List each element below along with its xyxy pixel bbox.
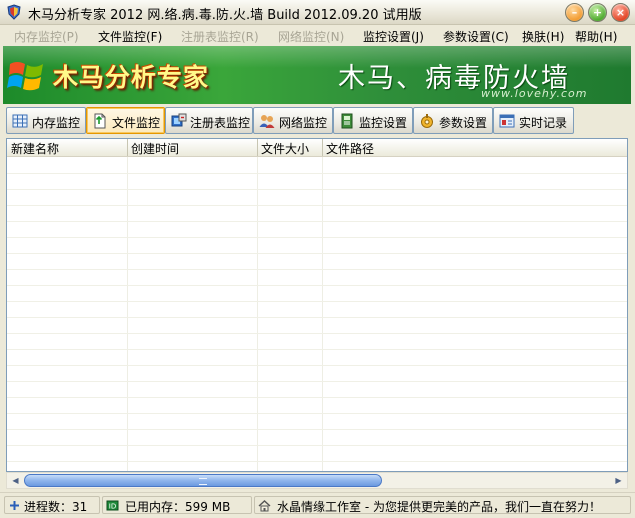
menu-registry-monitor[interactable]: 注册表监控(R) xyxy=(181,28,259,45)
brand-banner: 木马分析专家 木马、病毒防火墙 www.lovehy.com xyxy=(3,46,631,104)
memory-grid-icon xyxy=(12,114,28,128)
menu-network-monitor[interactable]: 网络监控(N) xyxy=(278,28,344,45)
grid-row-line xyxy=(7,189,627,190)
grid-row-line xyxy=(7,285,627,286)
column-header-file-size[interactable]: 文件大小 xyxy=(261,140,309,157)
column-header-created-time[interactable]: 创建时间 xyxy=(131,140,179,157)
grid-row-line xyxy=(7,301,627,302)
message-panel: 水晶情缘工作室 - 为您提供更完美的产品，我们一直在努力！ xyxy=(254,496,631,514)
scroll-left-arrow-icon[interactable]: ◀ xyxy=(8,473,23,488)
registry-icon xyxy=(171,113,187,127)
parameter-settings-icon xyxy=(421,114,433,128)
grid-row-line xyxy=(7,413,627,414)
grid-row-line xyxy=(7,445,627,446)
window-title: 木马分析专家 2012 网.络.病.毒.防.火.墙 Build 2012.09.… xyxy=(28,8,422,23)
grid-row-line xyxy=(7,381,627,382)
monitor-settings-button[interactable]: 监控设置 xyxy=(333,107,413,134)
file-monitor-label: 文件监控 xyxy=(112,116,161,130)
process-count-panel: 进程数：31 xyxy=(4,496,100,514)
grid-row-line xyxy=(7,429,627,430)
grid-row-line xyxy=(7,461,627,462)
grid-row-line xyxy=(7,349,627,350)
grid-row-line xyxy=(7,269,627,270)
file-monitor-list[interactable]: 新建名称 创建时间 文件大小 文件路径 xyxy=(6,138,628,472)
scroll-right-arrow-icon[interactable]: ▶ xyxy=(611,473,626,488)
column-divider[interactable] xyxy=(257,139,258,156)
menu-bar: 内存监控(P) 文件监控(F) 注册表监控(R) 网络监控(N) 监控设置(J)… xyxy=(0,25,635,46)
network-monitor-label: 网络监控 xyxy=(279,116,328,130)
scroll-thumb[interactable] xyxy=(24,474,382,487)
maximize-button[interactable]: + xyxy=(588,3,607,22)
grid-row-line xyxy=(7,205,627,206)
memory-used: 已用内存：599 MB xyxy=(125,500,231,514)
column-header-new-name[interactable]: 新建名称 xyxy=(11,140,59,157)
monitor-settings-label: 监控设置 xyxy=(359,116,408,130)
realtime-log-button[interactable]: 实时记录 xyxy=(493,107,574,134)
main-window: 木马分析专家 2012 网.络.病.毒.防.火.墙 Build 2012.09.… xyxy=(0,0,635,518)
grid-row-line xyxy=(7,333,627,334)
memory-monitor-button[interactable]: 内存监控 xyxy=(6,107,86,134)
status-message: 水晶情缘工作室 - 为您提供更完美的产品，我们一直在努力！ xyxy=(277,500,601,514)
realtime-log-label: 实时记录 xyxy=(519,116,568,130)
process-count: 进程数：31 xyxy=(24,500,88,514)
menu-monitor-settings[interactable]: 监控设置(J) xyxy=(363,28,424,45)
grid-row-line xyxy=(7,173,627,174)
grid-row-line xyxy=(7,365,627,366)
network-users-icon xyxy=(259,115,275,128)
menu-memory-monitor[interactable]: 内存监控(P) xyxy=(14,28,79,45)
windows-flag-logo-icon xyxy=(7,62,43,91)
file-monitor-icon xyxy=(94,113,106,129)
column-divider[interactable] xyxy=(322,139,323,156)
grid-row-line xyxy=(7,221,627,222)
column-header-file-path[interactable]: 文件路径 xyxy=(326,140,374,157)
parameter-settings-button[interactable]: 参数设置 xyxy=(413,107,493,134)
home-icon xyxy=(258,500,271,512)
status-bar: 进程数：31 ID 已用内存：599 MB 水晶情缘工作室 - 为您提供更完美的… xyxy=(0,492,635,518)
grid-row-line xyxy=(7,317,627,318)
banner-url: www.lovehy.com xyxy=(481,87,588,100)
close-icon: × xyxy=(615,6,626,19)
list-header: 新建名称 创建时间 文件大小 文件路径 xyxy=(7,139,627,157)
banner-title: 木马分析专家 xyxy=(53,63,210,92)
file-monitor-button[interactable]: 文件监控 xyxy=(86,107,165,134)
menu-help[interactable]: 帮助(H) xyxy=(575,28,617,45)
plus-icon xyxy=(10,501,19,510)
registry-monitor-label: 注册表监控 xyxy=(190,116,251,130)
minimize-icon: – xyxy=(571,6,578,19)
horizontal-scrollbar[interactable]: ◀ ▶ xyxy=(6,472,628,489)
registry-monitor-button[interactable]: 注册表监控 xyxy=(165,107,253,134)
memory-chip-icon: ID xyxy=(106,500,119,511)
parameter-settings-label: 参数设置 xyxy=(439,116,488,130)
minimize-button[interactable]: – xyxy=(565,3,584,22)
grid-row-line xyxy=(7,397,627,398)
grid-row-line xyxy=(7,237,627,238)
main-toolbar: 内存监控 文件监控 注册表监控 网络监控 监控设置 参数设置 实时记录 xyxy=(0,105,635,137)
grid-row-line xyxy=(7,253,627,254)
column-divider[interactable] xyxy=(127,139,128,156)
menu-file-monitor[interactable]: 文件监控(F) xyxy=(98,28,162,45)
memory-panel: ID 已用内存：599 MB xyxy=(102,496,252,514)
maximize-icon: + xyxy=(592,6,603,19)
svg-text:ID: ID xyxy=(109,503,116,511)
menu-parameter-settings[interactable]: 参数设置(C) xyxy=(443,28,509,45)
memory-monitor-label: 内存监控 xyxy=(32,116,81,130)
title-bar[interactable]: 木马分析专家 2012 网.络.病.毒.防.火.墙 Build 2012.09.… xyxy=(0,0,635,25)
app-shield-icon xyxy=(7,4,21,20)
scroll-grip-icon xyxy=(199,478,207,485)
close-button[interactable]: × xyxy=(611,3,630,22)
menu-skin[interactable]: 换肤(H) xyxy=(522,28,564,45)
monitor-settings-icon xyxy=(341,113,353,129)
realtime-log-icon xyxy=(499,114,515,128)
network-monitor-button[interactable]: 网络监控 xyxy=(253,107,333,134)
